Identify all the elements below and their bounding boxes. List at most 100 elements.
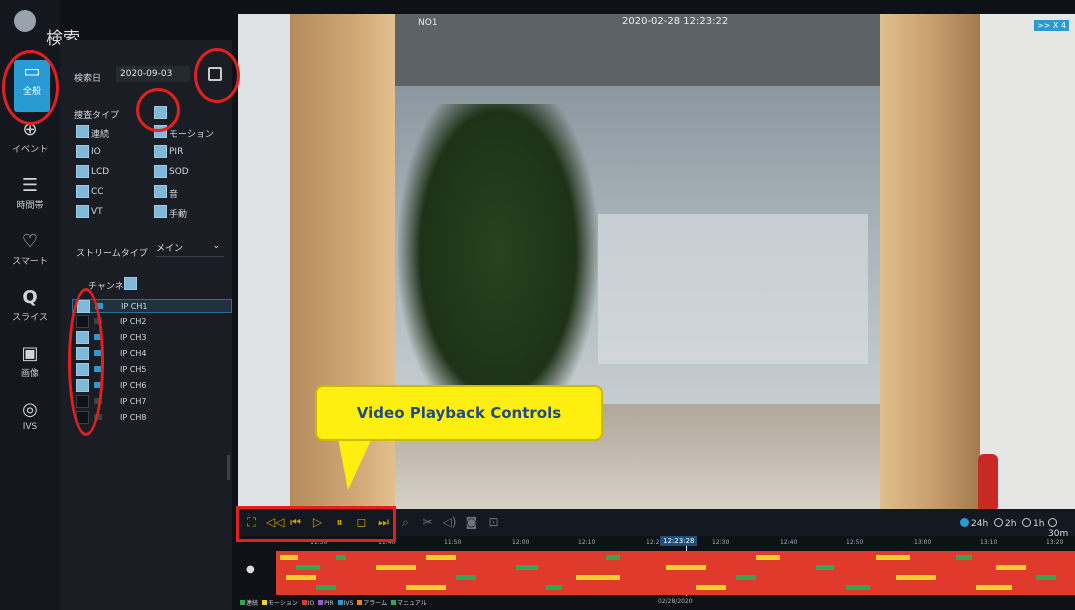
nav-item-smart[interactable]: ♡ スマート (0, 230, 60, 282)
legend-label: IO (307, 600, 315, 607)
range-label: 30m (1048, 529, 1069, 539)
stream-type-label: ストリームタイプ (76, 249, 148, 259)
snapshot-icon[interactable]: ◙ (464, 515, 479, 530)
channel-name: IP CH8 (120, 413, 147, 422)
type-label: 手動 (169, 210, 188, 220)
callout-pointer (338, 438, 372, 490)
app-window: 検索 ▭ 全般 ⊕ イベント ☰ 時間帯 ♡ スマート Q スライス ▣ 画像 … (0, 0, 1075, 610)
nav-item-event[interactable]: ⊕ イベント (0, 118, 60, 170)
annotation-circle-type (136, 88, 180, 132)
range-30m[interactable]: 30m (1048, 518, 1075, 539)
nav-item-label: 画像 (20, 369, 39, 379)
channel-name: IP CH5 (120, 365, 147, 374)
type-checkbox-sod[interactable] (154, 165, 167, 178)
nav-item-image[interactable]: ▣ 画像 (0, 342, 60, 394)
radio-icon (994, 518, 1003, 527)
range-label: 24h (971, 519, 989, 529)
video-timestamp: 2020-02-28 12:23:22 (622, 16, 729, 27)
radio-icon (1048, 518, 1057, 527)
type-checkbox-io[interactable] (76, 145, 89, 158)
legend-label: IVS (343, 600, 354, 607)
legend-label: モーション (267, 600, 298, 607)
range-24h[interactable]: 24h (960, 518, 988, 529)
channel-name: IP CH4 (120, 349, 147, 358)
annotation-circle-channels (68, 288, 104, 436)
channel-name: IP CH6 (120, 381, 147, 390)
nav-item-label: IVS (22, 422, 38, 432)
timeline-tick: 12:00 (512, 539, 530, 546)
stream-type-select[interactable]: メイン ⌄ (156, 241, 224, 257)
speed-badge: >> X 4 (1033, 20, 1069, 31)
search-type-label: 捜査タイプ (74, 111, 120, 121)
timeline-tick: 12:40 (780, 539, 798, 546)
search-date-input[interactable]: 2020-09-03 (116, 66, 190, 82)
channel-name: IP CH7 (120, 397, 147, 406)
type-label: VT (91, 207, 103, 217)
eye-icon[interactable]: ● (246, 564, 255, 575)
legend-swatch (261, 600, 267, 605)
channel-name: IP CH1 (121, 302, 148, 311)
annotation-box-controls (236, 506, 396, 542)
annotation-circle-calendar (194, 48, 240, 103)
timeline-cursor-time: 12:23:28 (660, 536, 698, 546)
radio-icon (960, 518, 969, 527)
legend-swatch (357, 600, 363, 605)
zoom-icon[interactable]: ⌕ (398, 515, 413, 530)
legend-swatch (301, 600, 307, 605)
fire-extinguisher (978, 454, 998, 509)
timeline-tick: 13:10 (980, 539, 998, 546)
timeline-tick: 11:50 (444, 539, 462, 546)
legend-label: アラーム (363, 600, 388, 607)
type-checkbox-continuous[interactable] (76, 125, 89, 138)
nav-item-label: 時間帯 (16, 201, 44, 211)
type-checkbox-manual[interactable] (154, 205, 167, 218)
type-checkbox-pir[interactable] (154, 145, 167, 158)
search-icon (14, 10, 36, 32)
timeline-tick: 12:10 (578, 539, 596, 546)
crop-icon[interactable]: ⊡ (486, 515, 501, 530)
panel-scrollbar[interactable] (227, 455, 230, 480)
radio-icon (1022, 518, 1031, 527)
bulb-icon: ♡ (21, 231, 39, 252)
legend-swatch (318, 600, 324, 605)
stream-type-value: メイン (156, 244, 184, 254)
range-label: 2h (1005, 519, 1017, 529)
type-label: 音 (169, 190, 179, 200)
type-checkbox-lcd[interactable] (76, 165, 89, 178)
nav-item-time[interactable]: ☰ 時間帯 (0, 174, 60, 226)
timeline-track[interactable] (276, 551, 1075, 595)
channel-name: IP CH3 (120, 333, 147, 342)
type-checkbox-vt[interactable] (76, 205, 89, 218)
legend-swatch (240, 600, 245, 605)
range-2h[interactable]: 2h (994, 518, 1016, 529)
annotation-circle-general (2, 50, 59, 125)
type-checkbox-cc[interactable] (76, 185, 89, 198)
nav-item-label: スライス (12, 313, 48, 323)
type-label: 連続 (91, 130, 110, 140)
timeline-tick: 13:00 (914, 539, 932, 546)
nav-item-label: スマート (12, 257, 48, 267)
callout-box: Video Playback Controls (315, 385, 603, 441)
range-label: 1h (1033, 519, 1045, 529)
chevron-down-icon: ⌄ (212, 241, 220, 251)
clip-icon[interactable]: ✂ (420, 515, 435, 530)
select-all-channels-checkbox[interactable] (124, 277, 137, 290)
legend-swatch (337, 600, 343, 605)
ivs-icon: ◎ (22, 399, 38, 420)
type-label: LCD (91, 167, 110, 177)
type-label: PIR (169, 147, 184, 157)
timeline-date: 02/28/2020 (658, 598, 693, 605)
range-1h[interactable]: 1h (1022, 518, 1044, 529)
channel-name: IP CH2 (120, 317, 147, 326)
list-icon: ☰ (21, 175, 39, 196)
nav-item-ivs[interactable]: ◎ IVS (0, 398, 60, 450)
type-checkbox-sound[interactable] (154, 185, 167, 198)
camera-name: NO1 (418, 18, 438, 28)
timeline-tick: 12:50 (846, 539, 864, 546)
type-label: モーション (169, 130, 214, 140)
search-date-label: 検索日 (74, 74, 102, 84)
nav-item-label: イベント (11, 145, 48, 155)
nav-item-slice[interactable]: Q スライス (0, 286, 60, 338)
type-label: IO (91, 147, 101, 157)
volume-icon[interactable]: ◁) (442, 515, 457, 530)
